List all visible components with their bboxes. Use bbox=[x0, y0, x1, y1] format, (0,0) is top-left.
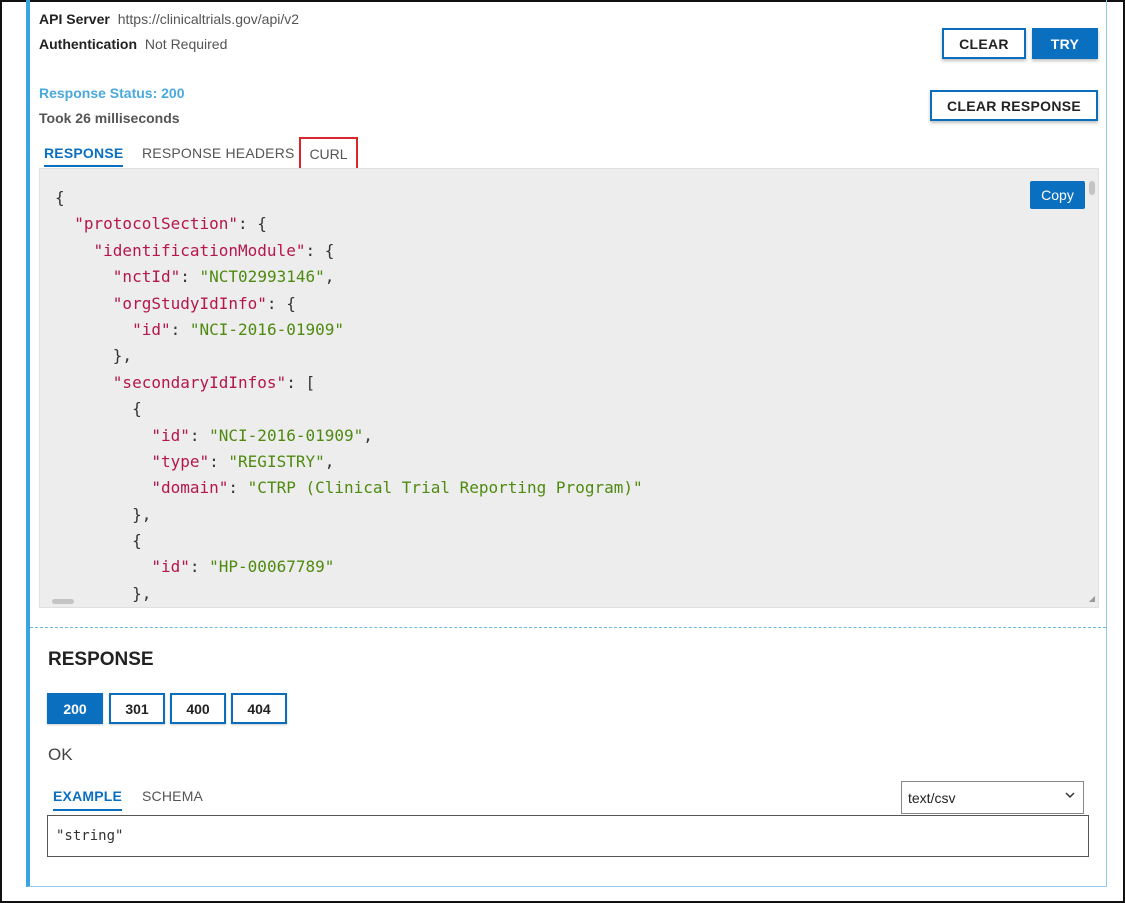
tab-response-headers[interactable]: RESPONSE HEADERS bbox=[142, 145, 295, 161]
code-line: { bbox=[55, 399, 142, 419]
tab-curl[interactable]: CURL bbox=[299, 137, 358, 170]
status-code-400-button[interactable]: 400 bbox=[170, 693, 226, 724]
code-line: { bbox=[55, 531, 142, 551]
code-line: "id": "HP-00067789" bbox=[151, 557, 335, 577]
section-divider bbox=[30, 627, 1106, 628]
status-code-404-button[interactable]: 404 bbox=[231, 693, 287, 724]
content-type-select[interactable]: text/csv bbox=[901, 781, 1084, 814]
code-line: "id": "NCI-2016-01909", bbox=[151, 425, 373, 445]
code-line: "protocolSection": { bbox=[74, 214, 267, 234]
code-line: "identificationModule": { bbox=[93, 240, 335, 260]
authentication-value: Not Required bbox=[144, 36, 228, 52]
code-line: "id": "NCI-2016-01909" bbox=[132, 319, 344, 339]
horizontal-scrollbar[interactable] bbox=[52, 599, 74, 604]
code-line: }, bbox=[55, 583, 152, 603]
example-value-box: "string" bbox=[47, 815, 1089, 857]
response-status: Response Status: 200 bbox=[39, 85, 185, 101]
code-line: "type": "REGISTRY", bbox=[151, 451, 335, 471]
code-line: }, bbox=[55, 346, 133, 366]
code-line: "secondaryIdInfos": [ bbox=[112, 372, 316, 392]
tab-example[interactable]: EXAMPLE bbox=[53, 788, 123, 811]
code-line: "domain": "CTRP (Clinical Trial Reportin… bbox=[151, 478, 643, 498]
code-line: "orgStudyIdInfo": { bbox=[112, 293, 296, 313]
status-code-200-button[interactable]: 200 bbox=[47, 693, 103, 724]
authentication-row: Authentication Not Required bbox=[39, 36, 227, 52]
responses-heading: RESPONSE bbox=[48, 649, 154, 670]
chevron-down-icon bbox=[1065, 792, 1075, 799]
api-server-label: API Server bbox=[39, 11, 110, 27]
example-value: "string" bbox=[56, 828, 124, 844]
code-line: }, bbox=[55, 504, 152, 524]
resize-handle-icon[interactable]: ◢ bbox=[1089, 594, 1095, 603]
code-line: { bbox=[55, 188, 65, 207]
code-line: "nctId": "NCT02993146", bbox=[112, 267, 335, 287]
tab-response[interactable]: RESPONSE bbox=[44, 145, 124, 167]
content-type-value: text/csv bbox=[908, 789, 956, 806]
response-description: OK bbox=[48, 745, 73, 764]
tab-schema[interactable]: SCHEMA bbox=[142, 788, 203, 804]
try-button[interactable]: TRY bbox=[1032, 28, 1098, 59]
clear-response-button[interactable]: CLEAR RESPONSE bbox=[930, 90, 1098, 121]
api-server-value: https://clinicaltrials.gov/api/v2 bbox=[117, 11, 300, 27]
status-code-301-button[interactable]: 301 bbox=[109, 693, 165, 724]
vertical-scrollbar[interactable] bbox=[1089, 181, 1095, 195]
copy-button[interactable]: Copy bbox=[1030, 181, 1085, 209]
authentication-label: Authentication bbox=[39, 36, 137, 52]
response-duration: Took 26 milliseconds bbox=[39, 110, 180, 126]
api-server-row: API Server https://clinicaltrials.gov/ap… bbox=[39, 11, 299, 27]
json-code: { "protocolSection": { "identificationMo… bbox=[55, 185, 643, 607]
clear-button[interactable]: CLEAR bbox=[942, 28, 1026, 59]
response-body-viewer[interactable]: { "protocolSection": { "identificationMo… bbox=[39, 168, 1099, 608]
